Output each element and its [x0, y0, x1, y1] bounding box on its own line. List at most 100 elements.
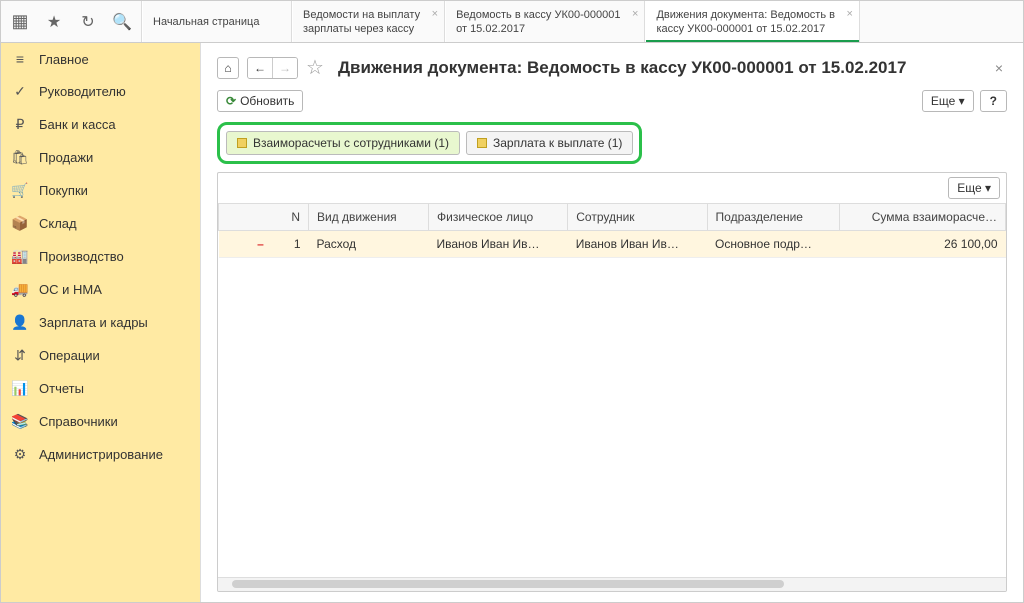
refresh-label: Обновить	[240, 94, 294, 108]
sidebar-label: Покупки	[39, 183, 88, 198]
sidebar-item[interactable]: ✓ Руководителю	[1, 75, 200, 108]
close-page-button[interactable]: ×	[991, 60, 1007, 76]
sidebar-item[interactable]: ₽ Банк и касса	[1, 108, 200, 141]
register-tab[interactable]: Зарплата к выплате (1)	[466, 131, 633, 155]
sidebar-label: Продажи	[39, 150, 93, 165]
sidebar: ≡ Главное ✓ Руководителю ₽ Банк и касса 🛍 Прода…	[1, 43, 201, 602]
table-cell: Основное подр…	[707, 231, 839, 258]
table-toolbar: Еще ▾	[218, 173, 1006, 203]
favorites-icon[interactable]: ★	[41, 12, 67, 32]
star-icon[interactable]: ☆	[306, 55, 324, 80]
column-header[interactable]: Сотрудник	[568, 204, 707, 231]
register-tab-label: Взаиморасчеты с сотрудниками (1)	[253, 136, 449, 150]
sidebar-icon: 🚚	[11, 281, 29, 298]
window-tabs: Начальная страница Ведомости на выплатуза…	[142, 1, 1023, 42]
window-tab[interactable]: Ведомости на выплатузарплаты через кассу…	[292, 1, 445, 42]
history-icon[interactable]: ↻	[75, 12, 101, 32]
sidebar-label: Банк и касса	[39, 117, 116, 132]
table-scroll[interactable]: NВид движенияФизическое лицоСотрудникПод…	[218, 203, 1006, 577]
sidebar-item[interactable]: ⚙ Администрирование	[1, 438, 200, 471]
tab-line2: кассу УК00-000001 от 15.02.2017	[656, 22, 835, 36]
sidebar-label: Операции	[39, 348, 100, 363]
data-table: NВид движенияФизическое лицоСотрудникПод…	[218, 203, 1006, 258]
table-cell: Расход	[309, 231, 429, 258]
column-header[interactable]: Вид движения	[309, 204, 429, 231]
sidebar-item[interactable]: 📊 Отчеты	[1, 372, 200, 405]
sidebar-item[interactable]: 📦 Склад	[1, 207, 200, 240]
tab-line1: Начальная страница	[153, 15, 267, 29]
back-button[interactable]: ←	[248, 58, 273, 78]
column-header[interactable]: N	[219, 204, 309, 231]
sidebar-icon: ⇵	[11, 347, 29, 364]
top-toolbar: ★ ↻ 🔍 Начальная страница Ведомости на вып…	[1, 1, 1023, 43]
tab-close-icon[interactable]: ×	[432, 7, 438, 21]
apps-icon[interactable]	[7, 11, 33, 32]
help-button[interactable]: ?	[980, 90, 1007, 112]
content-header: ⌂ ← → ☆ Движения документа: Ведомость в …	[217, 55, 1007, 80]
sidebar-label: Отчеты	[39, 381, 84, 396]
column-header[interactable]: Подразделение	[707, 204, 839, 231]
table-cell: Иванов Иван Ив…	[568, 231, 707, 258]
home-button[interactable]: ⌂	[217, 57, 239, 79]
sidebar-icon: ≡	[11, 51, 29, 67]
column-header[interactable]: Сумма взаиморасче…	[839, 204, 1005, 231]
sidebar-item[interactable]: 👤 Зарплата и кадры	[1, 306, 200, 339]
more-button[interactable]: Еще ▾	[922, 90, 974, 112]
column-header[interactable]: Физическое лицо	[429, 204, 568, 231]
table-cell: 26 100,00	[839, 231, 1005, 258]
sidebar-icon: 📦	[11, 215, 29, 232]
sidebar-label: Администрирование	[39, 447, 163, 462]
table-more-button[interactable]: Еще ▾	[948, 177, 1000, 199]
sidebar-icon: 🛒	[11, 182, 29, 199]
table-cell: –1	[219, 231, 309, 258]
sidebar-item[interactable]: 🚚 ОС и НМА	[1, 273, 200, 306]
top-icon-group: ★ ↻ 🔍	[1, 1, 142, 42]
sidebar-label: Руководителю	[39, 84, 126, 99]
window-tab[interactable]: Начальная страница	[142, 1, 292, 42]
table-cell: Иванов Иван Ив…	[429, 231, 568, 258]
sidebar-icon: 👤	[11, 314, 29, 331]
sidebar-icon: ✓	[11, 83, 29, 100]
sidebar-label: Склад	[39, 216, 77, 231]
subtabs-highlight: Взаиморасчеты с сотрудниками (1) Зарплата…	[217, 122, 642, 164]
sidebar-item[interactable]: ⇵ Операции	[1, 339, 200, 372]
window-tab[interactable]: Движения документа: Ведомость вкассу УК0…	[645, 1, 860, 42]
sidebar-label: Производство	[39, 249, 124, 264]
tab-line2: зарплаты через кассу	[303, 22, 420, 36]
sidebar-icon: 📊	[11, 380, 29, 397]
main-area: ≡ Главное ✓ Руководителю ₽ Банк и касса 🛍 Прода…	[1, 43, 1023, 602]
refresh-icon: ⟳	[226, 94, 236, 108]
tab-line2: от 15.02.2017	[456, 22, 620, 36]
register-tab-icon	[477, 138, 487, 148]
content-area: ⌂ ← → ☆ Движения документа: Ведомость в …	[201, 43, 1023, 602]
sidebar-icon: 📚	[11, 413, 29, 430]
register-tab[interactable]: Взаиморасчеты с сотрудниками (1)	[226, 131, 460, 155]
table-row[interactable]: –1РасходИванов Иван Ив…Иванов Иван Ив…Ос…	[219, 231, 1006, 258]
tab-line1: Движения документа: Ведомость в	[656, 8, 835, 22]
sidebar-label: Главное	[39, 52, 89, 67]
sidebar-icon: ⚙	[11, 446, 29, 463]
sidebar-label: Справочники	[39, 414, 118, 429]
window-tab[interactable]: Ведомость в кассу УК00-000001от 15.02.20…	[445, 1, 645, 42]
sidebar-item[interactable]: 🛍 Продажи	[1, 141, 200, 174]
sidebar-icon: 🛍	[11, 149, 29, 166]
sidebar-label: Зарплата и кадры	[39, 315, 148, 330]
horizontal-scrollbar[interactable]	[218, 577, 1006, 591]
sidebar-icon: ₽	[11, 116, 29, 133]
table-header-row: NВид движенияФизическое лицоСотрудникПод…	[219, 204, 1006, 231]
tab-close-icon[interactable]: ×	[632, 7, 638, 21]
tab-close-icon[interactable]: ×	[847, 7, 853, 21]
sidebar-item[interactable]: 📚 Справочники	[1, 405, 200, 438]
refresh-button[interactable]: ⟳ Обновить	[217, 90, 303, 112]
register-tab-label: Зарплата к выплате (1)	[493, 136, 622, 150]
sidebar-icon: 🏭	[11, 248, 29, 265]
search-icon[interactable]: 🔍	[109, 12, 135, 32]
sidebar-item[interactable]: ≡ Главное	[1, 43, 200, 75]
sidebar-item[interactable]: 🛒 Покупки	[1, 174, 200, 207]
register-tab-icon	[237, 138, 247, 148]
table-body: –1РасходИванов Иван Ив…Иванов Иван Ив…Ос…	[219, 231, 1006, 258]
sidebar-item[interactable]: 🏭 Производство	[1, 240, 200, 273]
sidebar-label: ОС и НМА	[39, 282, 102, 297]
tab-line1: Ведомость в кассу УК00-000001	[456, 8, 620, 22]
forward-button[interactable]: →	[273, 58, 297, 78]
